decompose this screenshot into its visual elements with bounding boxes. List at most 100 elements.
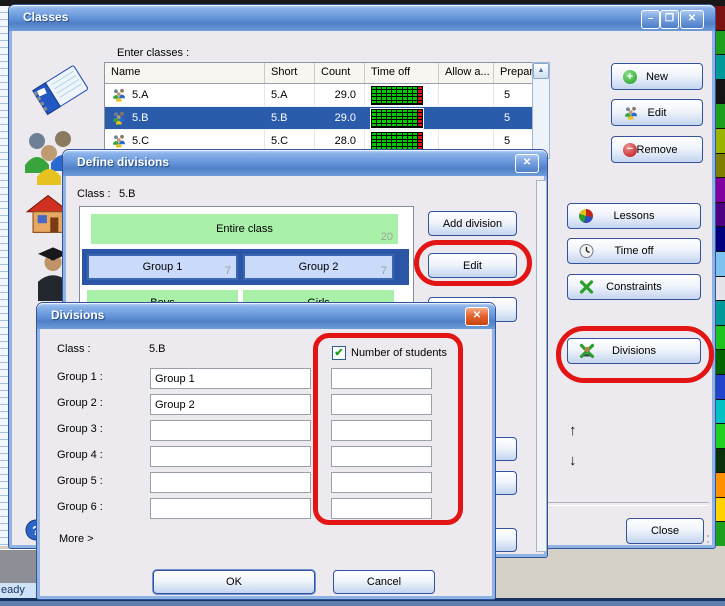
minus-icon: −: [623, 143, 637, 157]
remove-button[interactable]: − Remove: [611, 136, 703, 163]
new-button-label: New: [646, 71, 668, 83]
entire-class-label: Entire class: [216, 223, 273, 235]
entire-class-count: 20: [381, 231, 393, 243]
edit-button[interactable]: Edit: [611, 99, 703, 126]
cancel-button[interactable]: Cancel: [333, 570, 435, 594]
group1-students-input[interactable]: [331, 368, 432, 389]
group4-students-input[interactable]: [331, 446, 432, 467]
group1-count: 7: [225, 265, 231, 277]
selected-division-row[interactable]: Group 1 7 Group 2 7: [82, 249, 409, 285]
table-row[interactable]: 5.A 5.A 29.0 5: [105, 84, 533, 107]
divisions-button-label: Divisions: [612, 345, 656, 357]
col-prepar[interactable]: Prepar...: [494, 63, 533, 83]
constraints-button-label: Constraints: [606, 281, 662, 293]
number-of-students-label: Number of students: [351, 347, 447, 359]
timeoff-button-label: Time off: [614, 245, 653, 257]
group2-label: Group 2 :: [57, 397, 103, 409]
class-allow: [439, 84, 494, 106]
close-dialog-button[interactable]: ✕: [515, 154, 539, 173]
col-short[interactable]: Short: [265, 63, 315, 83]
group4-name-input[interactable]: [150, 446, 311, 467]
pie-icon: [579, 209, 593, 223]
taskbar-strip: [0, 601, 725, 606]
close-button-label: Close: [651, 525, 679, 537]
class-name: 5.B: [132, 112, 149, 124]
enter-classes-label: Enter classes :: [117, 47, 189, 59]
number-of-students-checkbox[interactable]: ✔: [332, 346, 346, 360]
add-division-button[interactable]: Add division: [428, 211, 517, 236]
group1-label: Group 1 :: [57, 371, 103, 383]
status-text: eady: [1, 584, 25, 596]
edit-division-label: Edit: [463, 260, 482, 272]
table-row-selected[interactable]: 5.B 5.B 29.0 5: [105, 107, 533, 130]
timeoff-grid: [371, 132, 423, 151]
lessons-button-label: Lessons: [614, 210, 655, 222]
group3-students-input[interactable]: [331, 420, 432, 441]
close-dialog-button[interactable]: ✕: [465, 307, 489, 326]
group3-name-input[interactable]: [150, 420, 311, 441]
more-link[interactable]: More >: [59, 533, 94, 545]
class-count: 29.0: [315, 107, 365, 129]
minimize-button[interactable]: –: [641, 10, 660, 29]
col-timeoff[interactable]: Time off: [365, 63, 439, 83]
group6-students-input[interactable]: [331, 498, 432, 519]
close-window-button[interactable]: ✕: [680, 10, 704, 29]
dialog-right-scrollbar[interactable]: [536, 180, 547, 552]
timeoff-button[interactable]: Time off: [567, 238, 701, 264]
cancel-button-label: Cancel: [367, 576, 401, 588]
edit-button-label: Edit: [648, 107, 667, 119]
group2-count: 7: [381, 265, 387, 277]
group2-name-input[interactable]: [150, 394, 311, 415]
divisions-icon: [579, 344, 595, 359]
table-scrollbar[interactable]: ▲: [532, 62, 550, 159]
background-list-edge: [0, 6, 8, 548]
clock-icon: [579, 244, 594, 259]
group3-label: Group 3 :: [57, 423, 103, 435]
lessons-button[interactable]: Lessons: [567, 203, 701, 229]
class-label: Class :: [77, 188, 111, 200]
timeoff-grid: [371, 109, 423, 128]
group2-label: Group 2: [299, 261, 339, 273]
group6-label: Group 6 :: [57, 501, 103, 513]
classes-titlebar[interactable]: Classes – ❐ ✕: [9, 5, 715, 31]
divisions-button[interactable]: Divisions: [567, 338, 701, 364]
col-name[interactable]: Name: [105, 63, 265, 83]
divisions-dialog: Divisions ✕ Class : 5.B ✔ Number of stud…: [36, 302, 496, 600]
new-button[interactable]: + New: [611, 63, 703, 90]
maximize-button[interactable]: ❐: [660, 10, 679, 29]
constraints-button[interactable]: Constraints: [567, 274, 701, 300]
scroll-up-button[interactable]: ▲: [533, 63, 549, 79]
group1-bar[interactable]: Group 1 7: [87, 254, 238, 280]
window-title: Classes: [23, 10, 68, 24]
group5-label: Group 5 :: [57, 475, 103, 487]
define-divisions-titlebar[interactable]: Define divisions ✕: [63, 150, 547, 176]
close-button[interactable]: Close: [626, 518, 704, 544]
status-bar: eady: [0, 583, 39, 598]
group2-bar[interactable]: Group 2 7: [243, 254, 394, 280]
table-header: Name Short Count Time off Allow a... Pre…: [105, 63, 533, 84]
group6-name-input[interactable]: [150, 498, 311, 519]
class-name: 5.A: [132, 89, 149, 101]
class-count: 29.0: [315, 84, 365, 106]
entire-class-bar[interactable]: Entire class 20: [91, 214, 398, 244]
move-down-arrow[interactable]: ↓: [569, 452, 577, 469]
resize-grip[interactable]: [697, 531, 711, 545]
class-value: 5.B: [149, 343, 166, 355]
plus-icon: +: [623, 70, 637, 84]
group5-students-input[interactable]: [331, 472, 432, 493]
ok-button[interactable]: OK: [153, 570, 315, 594]
move-up-arrow[interactable]: ↑: [569, 422, 577, 439]
classes-table: Name Short Count Time off Allow a... Pre…: [104, 62, 534, 159]
class-row-icon: [111, 88, 127, 102]
class-short: 5.A: [265, 84, 315, 106]
remove-button-label: Remove: [637, 144, 678, 156]
group1-name-input[interactable]: [150, 368, 311, 389]
edit-division-button[interactable]: Edit: [428, 253, 517, 278]
group5-name-input[interactable]: [150, 472, 311, 493]
class-allow: [439, 107, 494, 129]
dialog-title: Define divisions: [77, 155, 169, 169]
group2-students-input[interactable]: [331, 394, 432, 415]
col-count[interactable]: Count: [315, 63, 365, 83]
divisions-titlebar[interactable]: Divisions ✕: [37, 303, 495, 329]
col-allow[interactable]: Allow a...: [439, 63, 494, 83]
